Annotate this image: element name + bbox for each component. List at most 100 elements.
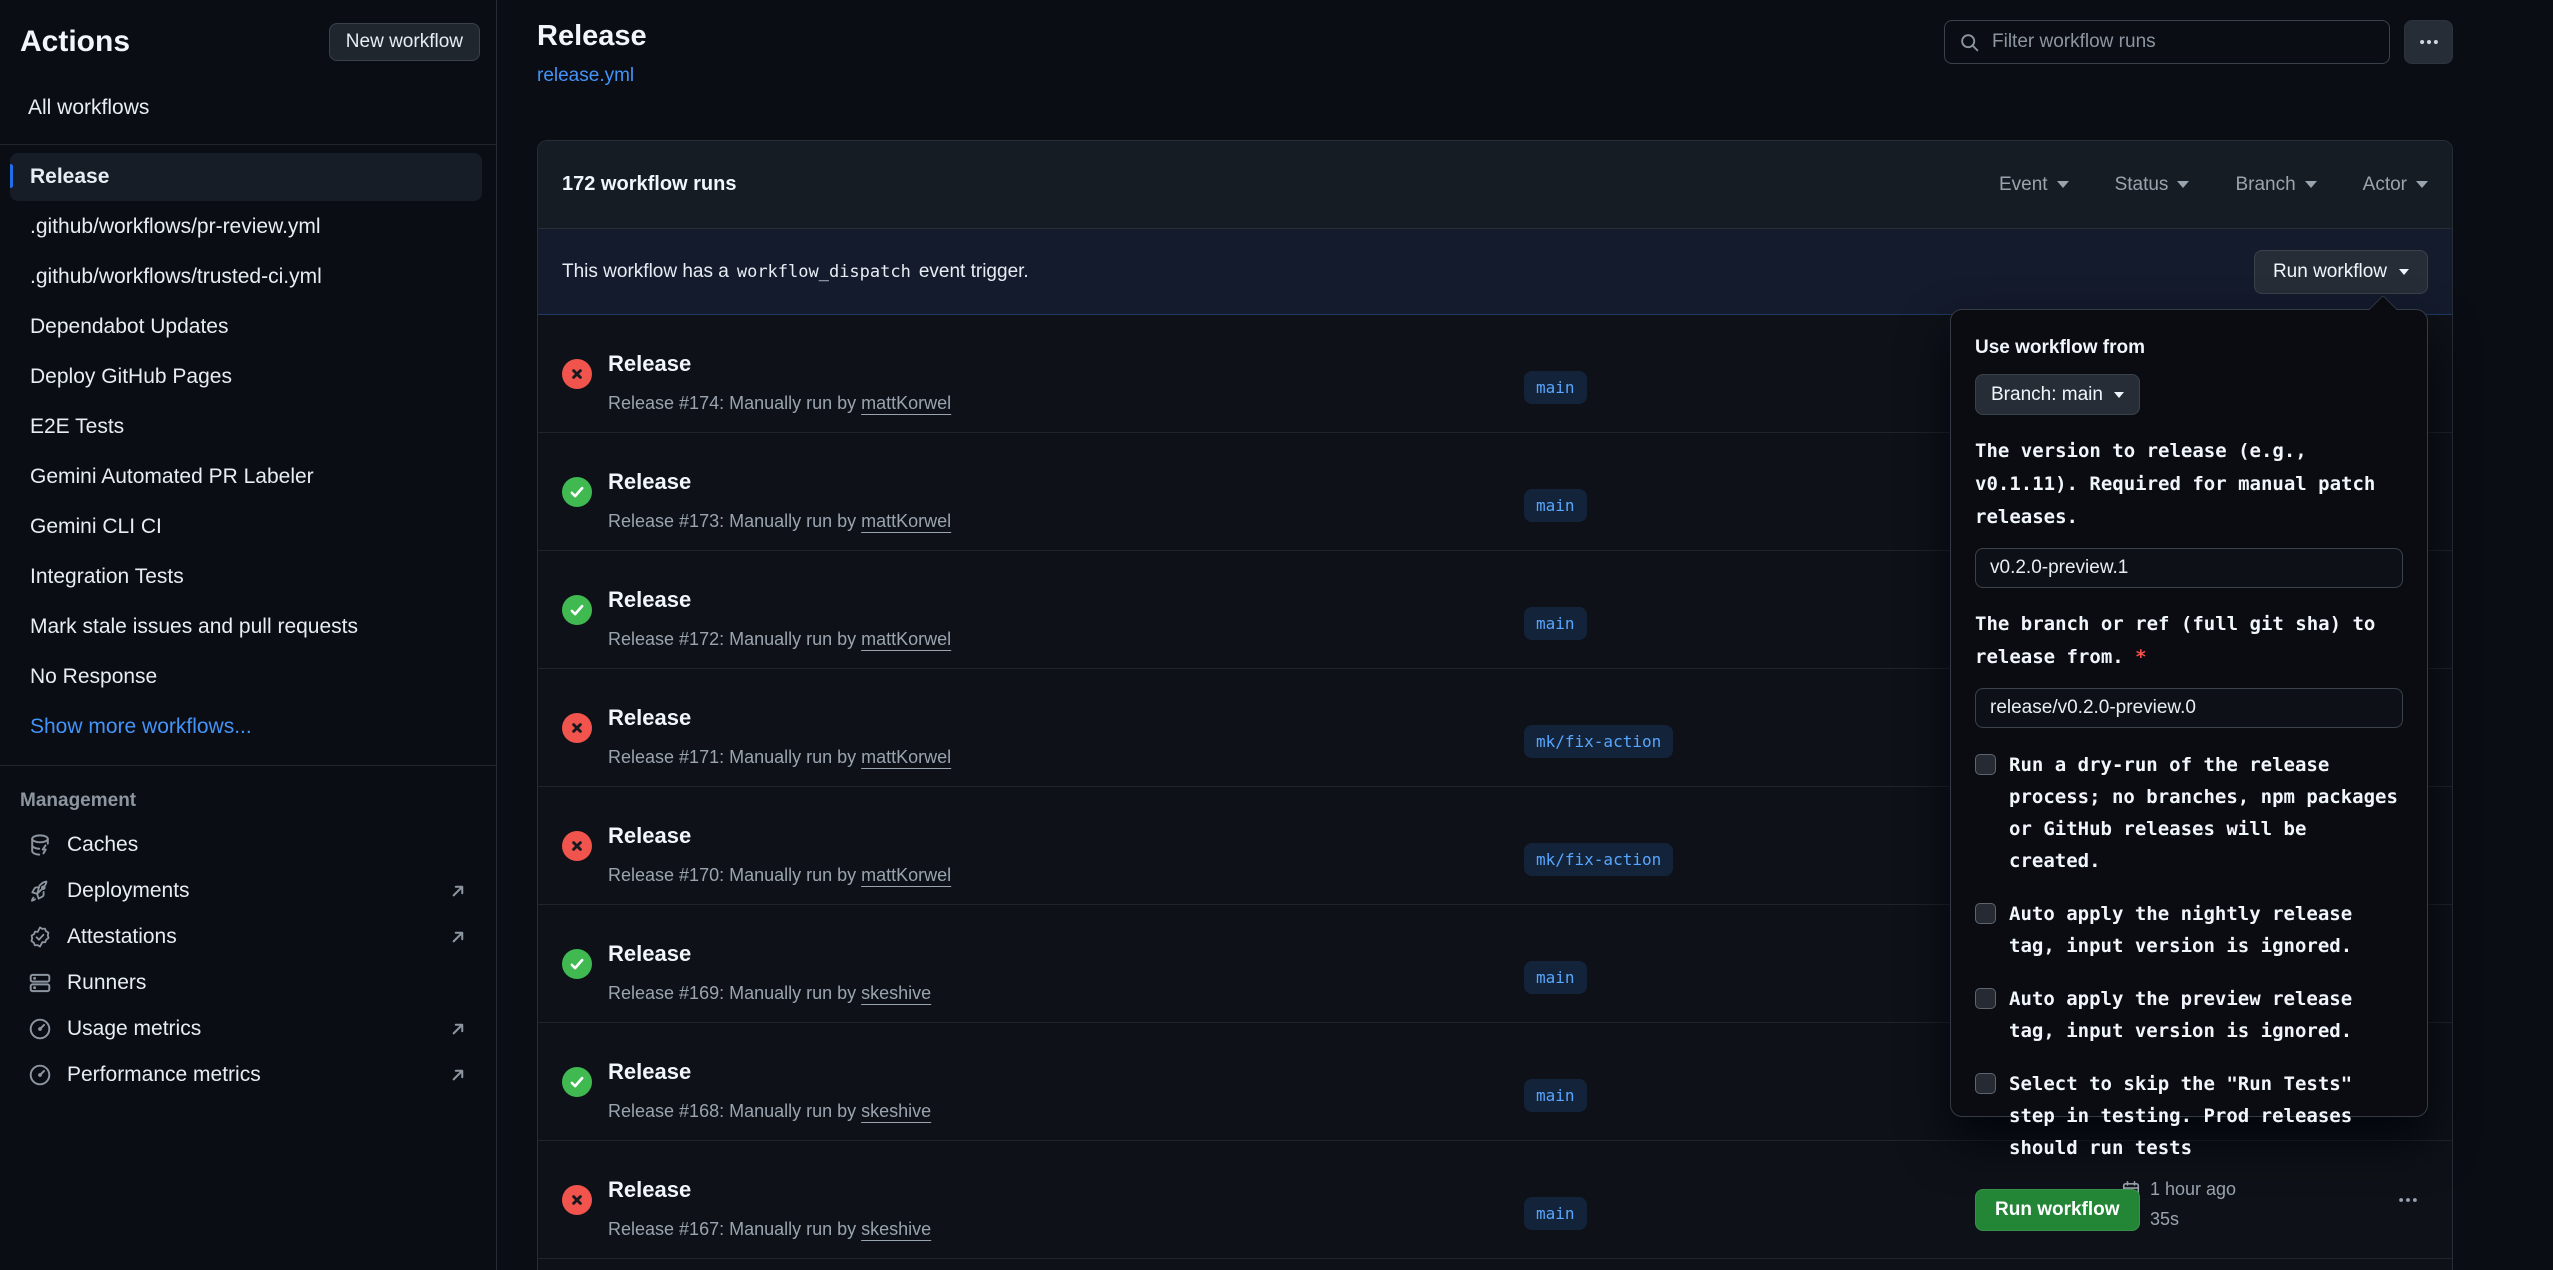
branch-badge[interactable]: mk/fix-action [1524, 843, 1673, 876]
workflow-file-link[interactable]: release.yml [537, 65, 634, 87]
filter-dropdown-status[interactable]: Status [2115, 174, 2190, 196]
run-title-link[interactable]: Release [608, 941, 691, 967]
popup-heading: Use workflow from [1975, 337, 2403, 359]
branch-badge[interactable]: mk/fix-action [1524, 725, 1673, 758]
run-title-link[interactable]: Release [608, 351, 691, 377]
actor-link[interactable]: skeshive [861, 1219, 931, 1239]
popup-checkbox-list: Run a dry-run of the release process; no… [1975, 749, 2403, 1164]
status-success-icon [562, 949, 592, 979]
run-description: Release #171: Manually run by mattKorwel [608, 747, 951, 768]
actor-link[interactable]: mattKorwel [861, 865, 951, 885]
branch-badge[interactable]: main [1524, 1079, 1587, 1112]
run-title-link[interactable]: Release [608, 705, 691, 731]
run-workflow-popup: Use workflow from Branch: main The versi… [1950, 309, 2428, 1117]
page-kebab-menu-button[interactable] [2404, 20, 2453, 64]
popup-checkbox-row: Run a dry-run of the release process; no… [1975, 749, 2403, 877]
checkbox-label: Auto apply the preview release tag, inpu… [2009, 983, 2403, 1047]
ref-input[interactable] [1975, 688, 2403, 728]
sidebar-item-all-workflows[interactable]: All workflows [10, 86, 482, 130]
new-workflow-button[interactable]: New workflow [329, 23, 480, 61]
workflow-dispatch-banner: This workflow has aworkflow_dispatcheven… [538, 229, 2452, 315]
popup-checkbox-row: Auto apply the preview release tag, inpu… [1975, 983, 2403, 1047]
filter-dropdown-branch[interactable]: Branch [2235, 174, 2316, 196]
sidebar-item-workflow[interactable]: Release [10, 153, 482, 201]
branch-badge[interactable]: main [1524, 1197, 1587, 1230]
checkbox-unchecked[interactable] [1975, 988, 1996, 1009]
run-description: Release #172: Manually run by mattKorwel [608, 629, 951, 650]
run-title-link[interactable]: Release [608, 1177, 691, 1203]
filter-dropdown-event[interactable]: Event [1999, 174, 2069, 196]
sidebar-item-workflow[interactable]: .github/workflows/trusted-ci.yml [10, 253, 482, 301]
actor-link[interactable]: mattKorwel [861, 629, 951, 649]
sidebar-item-workflow[interactable]: .github/workflows/pr-review.yml [10, 203, 482, 251]
branch-badge[interactable]: main [1524, 961, 1587, 994]
sidebar-item-workflow[interactable]: E2E Tests [10, 403, 482, 451]
status-failure-icon [562, 831, 592, 861]
sidebar-item-performance-metrics[interactable]: Performance metrics [10, 1052, 482, 1098]
chevron-down-icon [2416, 181, 2428, 188]
runs-count: 172 workflow runs [562, 173, 737, 196]
page-title: Release [537, 20, 647, 53]
run-workflow-dropdown-button[interactable]: Run workflow [2254, 250, 2428, 294]
ref-field-label: The branch or ref (full git sha) to rele… [1975, 608, 2403, 674]
workflow-list: Release.github/workflows/pr-review.yml.g… [0, 153, 496, 751]
actor-link[interactable]: mattKorwel [861, 511, 951, 531]
checkbox-unchecked[interactable] [1975, 903, 1996, 924]
sidebar-item-caches[interactable]: Caches [10, 822, 482, 868]
branch-badge[interactable]: main [1524, 489, 1587, 522]
actor-link[interactable]: mattKorwel [861, 747, 951, 767]
checkbox-label: Run a dry-run of the release process; no… [2009, 749, 2403, 877]
management-section-label: Management [0, 774, 496, 822]
runs-panel-header: 172 workflow runs Event Status Branch Actor [538, 141, 2452, 229]
run-description: Release #169: Manually run by skeshive [608, 983, 931, 1004]
run-title-link[interactable]: Release [608, 823, 691, 849]
sidebar-item-runners[interactable]: Runners [10, 960, 482, 1006]
sidebar-item-usage-metrics[interactable]: Usage metrics [10, 1006, 482, 1052]
sidebar-item-workflow[interactable]: Gemini CLI CI [10, 503, 482, 551]
arrow-up-right-icon [448, 1065, 468, 1085]
status-success-icon [562, 595, 592, 625]
checkbox-label: Select to skip the "Run Tests" step in t… [2009, 1068, 2403, 1164]
run-title-link[interactable]: Release [608, 587, 691, 613]
sidebar-item-workflow[interactable]: Deploy GitHub Pages [10, 353, 482, 401]
checkbox-unchecked[interactable] [1975, 754, 1996, 775]
run-title-link[interactable]: Release [608, 469, 691, 495]
run-title-link[interactable]: Release [608, 1059, 691, 1085]
show-more-workflows-link[interactable]: Show more workflows... [10, 703, 482, 751]
filter-workflow-runs-box[interactable] [1944, 20, 2390, 64]
sidebar-item-attestations[interactable]: Attestations [10, 914, 482, 960]
sidebar-item-workflow[interactable]: Integration Tests [10, 553, 482, 601]
run-description: Release #173: Manually run by mattKorwel [608, 511, 951, 532]
sidebar-item-workflow[interactable]: Dependabot Updates [10, 303, 482, 351]
sidebar-divider [0, 144, 496, 145]
sidebar-item-label: Usage metrics [67, 1017, 201, 1041]
sidebar-item-label: Deployments [67, 879, 190, 903]
actor-link[interactable]: skeshive [861, 1101, 931, 1121]
actor-link[interactable]: skeshive [861, 983, 931, 1003]
sidebar-item-workflow[interactable]: Gemini Automated PR Labeler [10, 453, 482, 501]
branch-badge[interactable]: main [1524, 371, 1587, 404]
filter-workflow-runs-input[interactable] [1990, 30, 2375, 54]
run-description: Release #174: Manually run by mattKorwel [608, 393, 951, 414]
branch-badge[interactable]: main [1524, 607, 1587, 640]
run-workflow-submit-button[interactable]: Run workflow [1975, 1189, 2140, 1231]
required-asterisk: * [2135, 646, 2146, 668]
sidebar-item-workflow[interactable]: No Response [10, 653, 482, 701]
version-field-label: The version to release (e.g., v0.1.11). … [1975, 435, 2403, 534]
filter-dropdown-actor[interactable]: Actor [2363, 174, 2428, 196]
chevron-down-icon [2177, 181, 2189, 188]
filter-dropdown-label: Event [1999, 174, 2048, 196]
branch-selector-button[interactable]: Branch: main [1975, 374, 2140, 415]
sidebar-item-workflow[interactable]: Mark stale issues and pull requests [10, 603, 482, 651]
cache-icon [28, 833, 52, 857]
status-failure-icon [562, 713, 592, 743]
search-icon [1959, 32, 1980, 53]
actor-link[interactable]: mattKorwel [861, 393, 951, 413]
sidebar-item-label: Caches [67, 833, 138, 857]
sidebar-item-deployments[interactable]: Deployments [10, 868, 482, 914]
version-input[interactable] [1975, 548, 2403, 588]
arrow-up-right-icon [448, 1019, 468, 1039]
status-success-icon [562, 477, 592, 507]
meter-icon [28, 1017, 52, 1041]
checkbox-unchecked[interactable] [1975, 1073, 1996, 1094]
